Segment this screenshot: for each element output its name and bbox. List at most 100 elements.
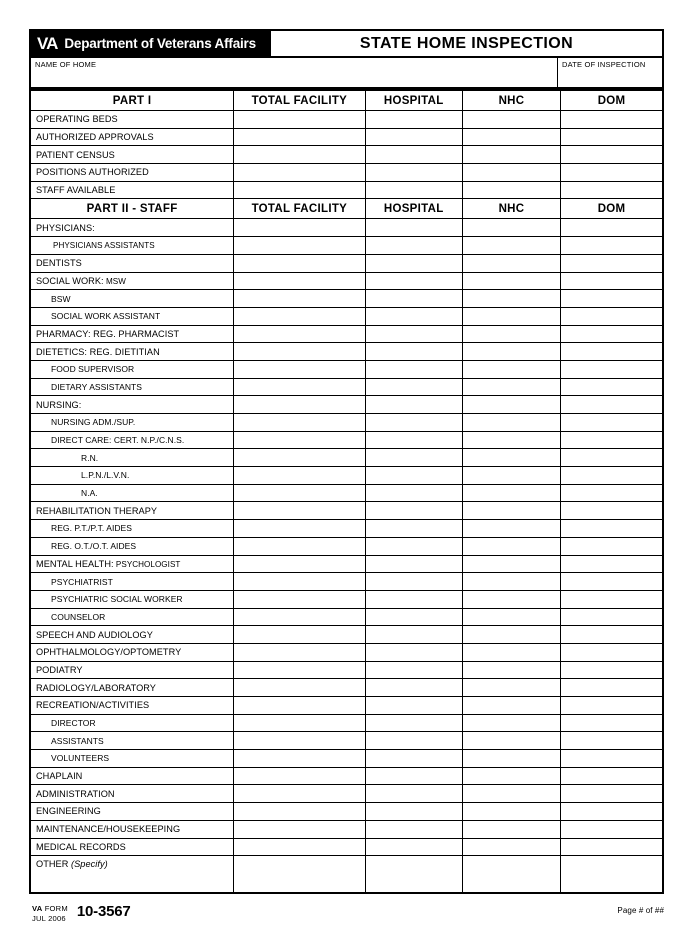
cell-total-facility[interactable] [233,678,366,697]
cell-total-facility[interactable] [233,127,366,147]
cell-hospital[interactable] [364,218,463,238]
cell-nhc[interactable] [461,554,562,574]
cell-total-facility[interactable] [233,377,366,397]
cell-total-facility[interactable] [233,413,366,432]
date-of-inspection-field[interactable]: DATE OF INSPECTION [558,58,662,87]
cell-dom[interactable] [560,802,664,821]
cell-nhc[interactable] [461,127,562,147]
cell-dom[interactable] [560,819,664,839]
cell-hospital[interactable] [364,749,463,768]
cell-hospital[interactable] [364,784,463,804]
cell-dom[interactable] [560,342,664,361]
cell-hospital[interactable] [364,678,463,697]
cell-nhc[interactable] [461,395,562,414]
cell-total-facility[interactable] [233,218,366,238]
cell-dom[interactable] [560,837,664,857]
cell-total-facility[interactable] [233,236,366,255]
cell-nhc[interactable] [461,696,562,715]
cell-total-facility[interactable] [233,306,366,326]
cell-dom[interactable] [560,253,664,273]
cell-hospital[interactable] [364,642,463,662]
name-of-home-field[interactable]: NAME OF HOME [31,58,558,87]
cell-dom[interactable] [560,180,664,200]
cell-dom[interactable] [560,589,664,609]
cell-dom[interactable] [560,466,664,485]
cell-hospital[interactable] [364,271,463,291]
cell-hospital[interactable] [364,819,463,839]
cell-total-facility[interactable] [233,430,366,450]
cell-dom[interactable] [560,483,664,503]
cell-hospital[interactable] [364,253,463,273]
cell-dom[interactable] [560,572,664,591]
cell-dom[interactable] [560,678,664,697]
cell-total-facility[interactable] [233,519,366,538]
cell-dom[interactable] [560,430,664,450]
cell-total-facility[interactable] [233,784,366,804]
cell-nhc[interactable] [461,163,562,182]
cell-total-facility[interactable] [233,802,366,821]
cell-hospital[interactable] [364,377,463,397]
cell-total-facility[interactable] [233,837,366,857]
cell-nhc[interactable] [461,519,562,538]
cell-hospital[interactable] [364,536,463,556]
cell-dom[interactable] [560,271,664,291]
cell-total-facility[interactable] [233,180,366,200]
cell-hospital[interactable] [364,554,463,574]
cell-hospital[interactable] [364,731,463,751]
cell-hospital[interactable] [364,519,463,538]
cell-nhc[interactable] [461,572,562,591]
cell-total-facility[interactable] [233,163,366,182]
cell-total-facility[interactable] [233,749,366,768]
cell-nhc[interactable] [461,306,562,326]
cell-hospital[interactable] [364,448,463,468]
cell-nhc[interactable] [461,607,562,627]
cell-dom[interactable] [560,163,664,182]
cell-dom[interactable] [560,127,664,147]
cell-total-facility[interactable] [233,660,366,680]
cell-dom[interactable] [560,236,664,255]
cell-hospital[interactable] [364,837,463,857]
cell-nhc[interactable] [461,802,562,821]
cell-hospital[interactable] [364,696,463,715]
cell-total-facility[interactable] [233,271,366,291]
cell-total-facility[interactable] [233,819,366,839]
cell-dom[interactable] [560,696,664,715]
cell-total-facility[interactable] [233,501,366,521]
cell-nhc[interactable] [461,660,562,680]
cell-hospital[interactable] [364,766,463,786]
cell-total-facility[interactable] [233,766,366,786]
cell-dom[interactable] [560,448,664,468]
cell-total-facility[interactable] [233,536,366,556]
cell-dom[interactable] [560,501,664,521]
cell-total-facility[interactable] [233,342,366,361]
cell-total-facility[interactable] [233,395,366,414]
cell-total-facility[interactable] [233,145,366,165]
cell-hospital[interactable] [364,625,463,644]
cell-nhc[interactable] [461,819,562,839]
cell-dom[interactable] [560,359,664,379]
cell-nhc[interactable] [461,466,562,485]
cell-nhc[interactable] [461,448,562,468]
cell-total-facility[interactable] [233,642,366,662]
cell-total-facility[interactable] [233,713,366,733]
cell-nhc[interactable] [461,377,562,397]
cell-hospital[interactable] [364,802,463,821]
cell-total-facility[interactable] [233,359,366,379]
cell-dom[interactable] [560,413,664,432]
cell-total-facility[interactable] [233,324,366,344]
cell-dom[interactable] [560,749,664,768]
cell-hospital[interactable] [364,660,463,680]
cell-total-facility[interactable] [233,110,366,129]
cell-hospital[interactable] [364,306,463,326]
cell-hospital[interactable] [364,501,463,521]
cell-hospital[interactable] [364,127,463,147]
cell-total-facility[interactable] [233,466,366,485]
cell-nhc[interactable] [461,855,562,894]
cell-dom[interactable] [560,324,664,344]
cell-nhc[interactable] [461,359,562,379]
cell-nhc[interactable] [461,731,562,751]
cell-total-facility[interactable] [233,253,366,273]
cell-hospital[interactable] [364,342,463,361]
cell-dom[interactable] [560,784,664,804]
cell-hospital[interactable] [364,180,463,200]
